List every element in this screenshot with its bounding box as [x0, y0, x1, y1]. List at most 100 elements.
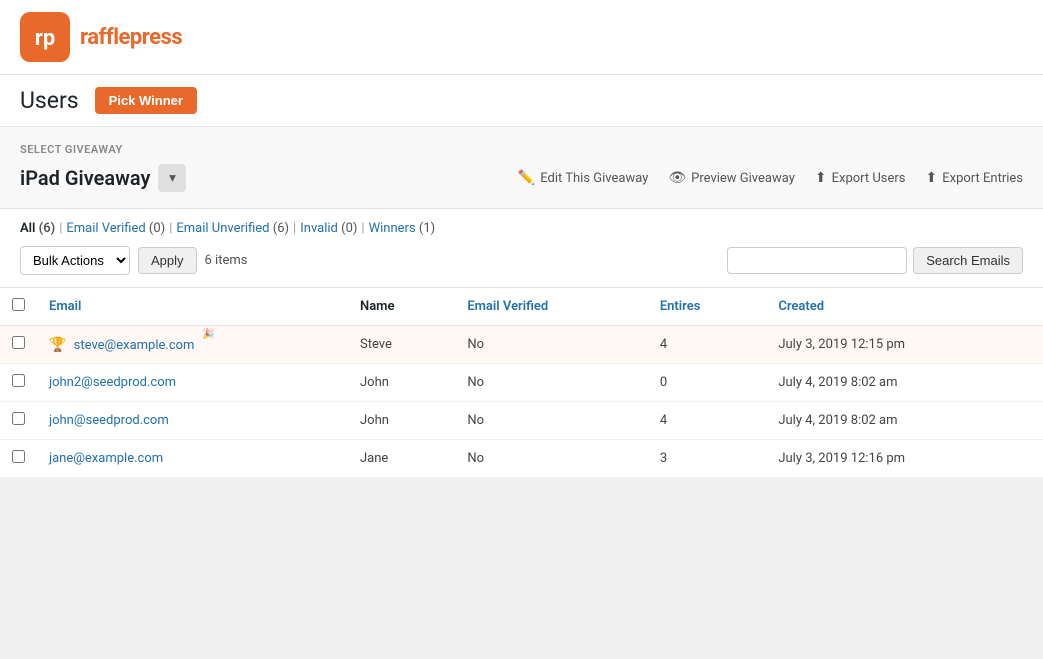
filter-invalid-count: (0): [341, 221, 357, 236]
export-entries-link[interactable]: ⬆ Export Entries: [926, 170, 1023, 186]
search-button[interactable]: Search Emails: [913, 247, 1023, 274]
filter-winners[interactable]: Winners (1): [369, 221, 436, 236]
edit-giveaway-link[interactable]: ✏️ Edit This Giveaway: [518, 170, 649, 186]
row-email[interactable]: john2@seedprod.com: [49, 375, 176, 390]
entries-sort-link[interactable]: Entires: [660, 299, 701, 314]
select-all-col: [0, 288, 37, 326]
row-entries: 4: [648, 326, 767, 364]
trophy-icon: 🏆: [49, 337, 66, 353]
row-name: Jane: [348, 440, 455, 478]
eye-icon: 👁: [668, 170, 686, 186]
row-created: July 3, 2019 12:16 pm: [766, 440, 1043, 478]
row-name: John: [348, 364, 455, 402]
pick-winner-button[interactable]: Pick Winner: [95, 87, 197, 114]
row-email-cell: jane@example.com: [37, 440, 348, 478]
main-content: SELECT GIVEAWAY iPad Giveaway ▾ ✏️ Edit …: [0, 127, 1043, 478]
giveaway-dropdown-button[interactable]: ▾: [158, 164, 186, 192]
row-checkbox-cell: [0, 440, 37, 478]
preview-giveaway-link[interactable]: 👁 Preview Giveaway: [668, 170, 795, 186]
row-checkbox[interactable]: [12, 450, 25, 463]
filter-email-verified-label: Email Verified: [66, 221, 145, 236]
select-all-checkbox[interactable]: [12, 298, 25, 311]
logo-area: rp rafflepress: [20, 12, 182, 62]
select-giveaway-label: SELECT GIVEAWAY: [20, 143, 1023, 156]
app-header: rp rafflepress: [0, 0, 1043, 75]
filter-all-count: (6): [39, 221, 56, 236]
filters-bar: All (6) | Email Verified (0) | Email Unv…: [0, 209, 1043, 288]
search-and-bulk-row: Bulk Actions Apply 6 items Search Emails: [20, 246, 1023, 275]
filter-invalid-label: Invalid: [300, 221, 338, 236]
users-table: Email Name Email Verified Entires Create…: [0, 288, 1043, 478]
row-name: Steve: [348, 326, 455, 364]
row-email-cell: john@seedprod.com: [37, 402, 348, 440]
row-email[interactable]: john@seedprod.com: [49, 413, 169, 428]
apply-button[interactable]: Apply: [138, 247, 197, 274]
row-entries: 3: [648, 440, 767, 478]
col-header-email: Email: [37, 288, 348, 326]
export-icon: ⬆: [815, 170, 827, 186]
table-row: jane@example.com Jane No 3 July 3, 2019 …: [0, 440, 1043, 478]
chevron-down-icon: ▾: [169, 170, 176, 186]
confetti-icon: 🎉: [202, 329, 214, 340]
table-row: john2@seedprod.com John No 0 July 4, 201…: [0, 364, 1043, 402]
email-sort-link[interactable]: Email: [49, 299, 81, 314]
col-header-created: Created: [766, 288, 1043, 326]
filter-email-unverified-label: Email Unverified: [176, 221, 269, 236]
filter-sep-1: |: [59, 221, 62, 236]
filter-sep-3: |: [293, 221, 296, 236]
page-title: Users: [20, 87, 79, 114]
row-email[interactable]: steve@example.com: [74, 338, 195, 353]
row-name: John: [348, 402, 455, 440]
search-area: Search Emails: [727, 247, 1023, 274]
export-entries-icon: ⬆: [926, 170, 938, 186]
row-entries: 0: [648, 364, 767, 402]
table-header-row: Email Name Email Verified Entires Create…: [0, 288, 1043, 326]
giveaway-name: iPad Giveaway: [20, 166, 150, 190]
filter-invalid[interactable]: Invalid (0): [300, 221, 357, 236]
row-created: July 4, 2019 8:02 am: [766, 364, 1043, 402]
filter-links: All (6) | Email Verified (0) | Email Unv…: [20, 221, 1023, 236]
bulk-area: Bulk Actions Apply 6 items: [20, 246, 247, 275]
export-entries-label: Export Entries: [942, 171, 1023, 186]
giveaway-actions: ✏️ Edit This Giveaway 👁 Preview Giveaway…: [518, 170, 1023, 186]
row-email-cell: 🏆 steve@example.com 🎉: [37, 326, 348, 364]
logo-text: rafflepress: [80, 25, 182, 50]
row-entries: 4: [648, 402, 767, 440]
page-title-area: Users Pick Winner: [0, 75, 1043, 127]
row-checkbox[interactable]: [12, 336, 25, 349]
created-sort-link[interactable]: Created: [778, 299, 824, 314]
table-row: 🏆 steve@example.com 🎉 Steve No 4 July 3,…: [0, 326, 1043, 364]
filter-winners-label: Winners: [369, 221, 416, 236]
row-checkbox[interactable]: [12, 374, 25, 387]
svg-text:rp: rp: [35, 26, 55, 51]
email-verified-sort-link[interactable]: Email Verified: [467, 299, 548, 314]
row-checkbox-cell: [0, 402, 37, 440]
bulk-actions-select[interactable]: Bulk Actions: [20, 246, 130, 275]
search-input[interactable]: [727, 247, 907, 274]
row-created: July 4, 2019 8:02 am: [766, 402, 1043, 440]
table-row: john@seedprod.com John No 4 July 4, 2019…: [0, 402, 1043, 440]
row-checkbox[interactable]: [12, 412, 25, 425]
filter-all[interactable]: All (6): [20, 221, 55, 236]
filter-sep-4: |: [361, 221, 364, 236]
row-email-cell: john2@seedprod.com: [37, 364, 348, 402]
giveaway-row: iPad Giveaway ▾ ✏️ Edit This Giveaway 👁 …: [20, 164, 1023, 192]
winner-email-area: 🏆 steve@example.com 🎉: [49, 337, 194, 353]
giveaway-selector: iPad Giveaway ▾: [20, 164, 186, 192]
preview-giveaway-label: Preview Giveaway: [691, 171, 795, 186]
filter-email-verified-count: (0): [149, 221, 165, 236]
col-header-entries: Entires: [648, 288, 767, 326]
filter-email-unverified[interactable]: Email Unverified (6): [176, 221, 289, 236]
col-header-name: Name: [348, 288, 455, 326]
export-users-label: Export Users: [832, 171, 906, 186]
row-email[interactable]: jane@example.com: [49, 451, 163, 466]
export-users-link[interactable]: ⬆ Export Users: [815, 170, 906, 186]
row-checkbox-cell: [0, 364, 37, 402]
pencil-icon: ✏️: [518, 170, 535, 186]
filter-sep-2: |: [169, 221, 172, 236]
row-email-verified: No: [455, 402, 648, 440]
row-created: July 3, 2019 12:15 pm: [766, 326, 1043, 364]
filter-email-verified[interactable]: Email Verified (0): [66, 221, 165, 236]
row-checkbox-cell: [0, 326, 37, 364]
edit-giveaway-label: Edit This Giveaway: [540, 171, 648, 186]
